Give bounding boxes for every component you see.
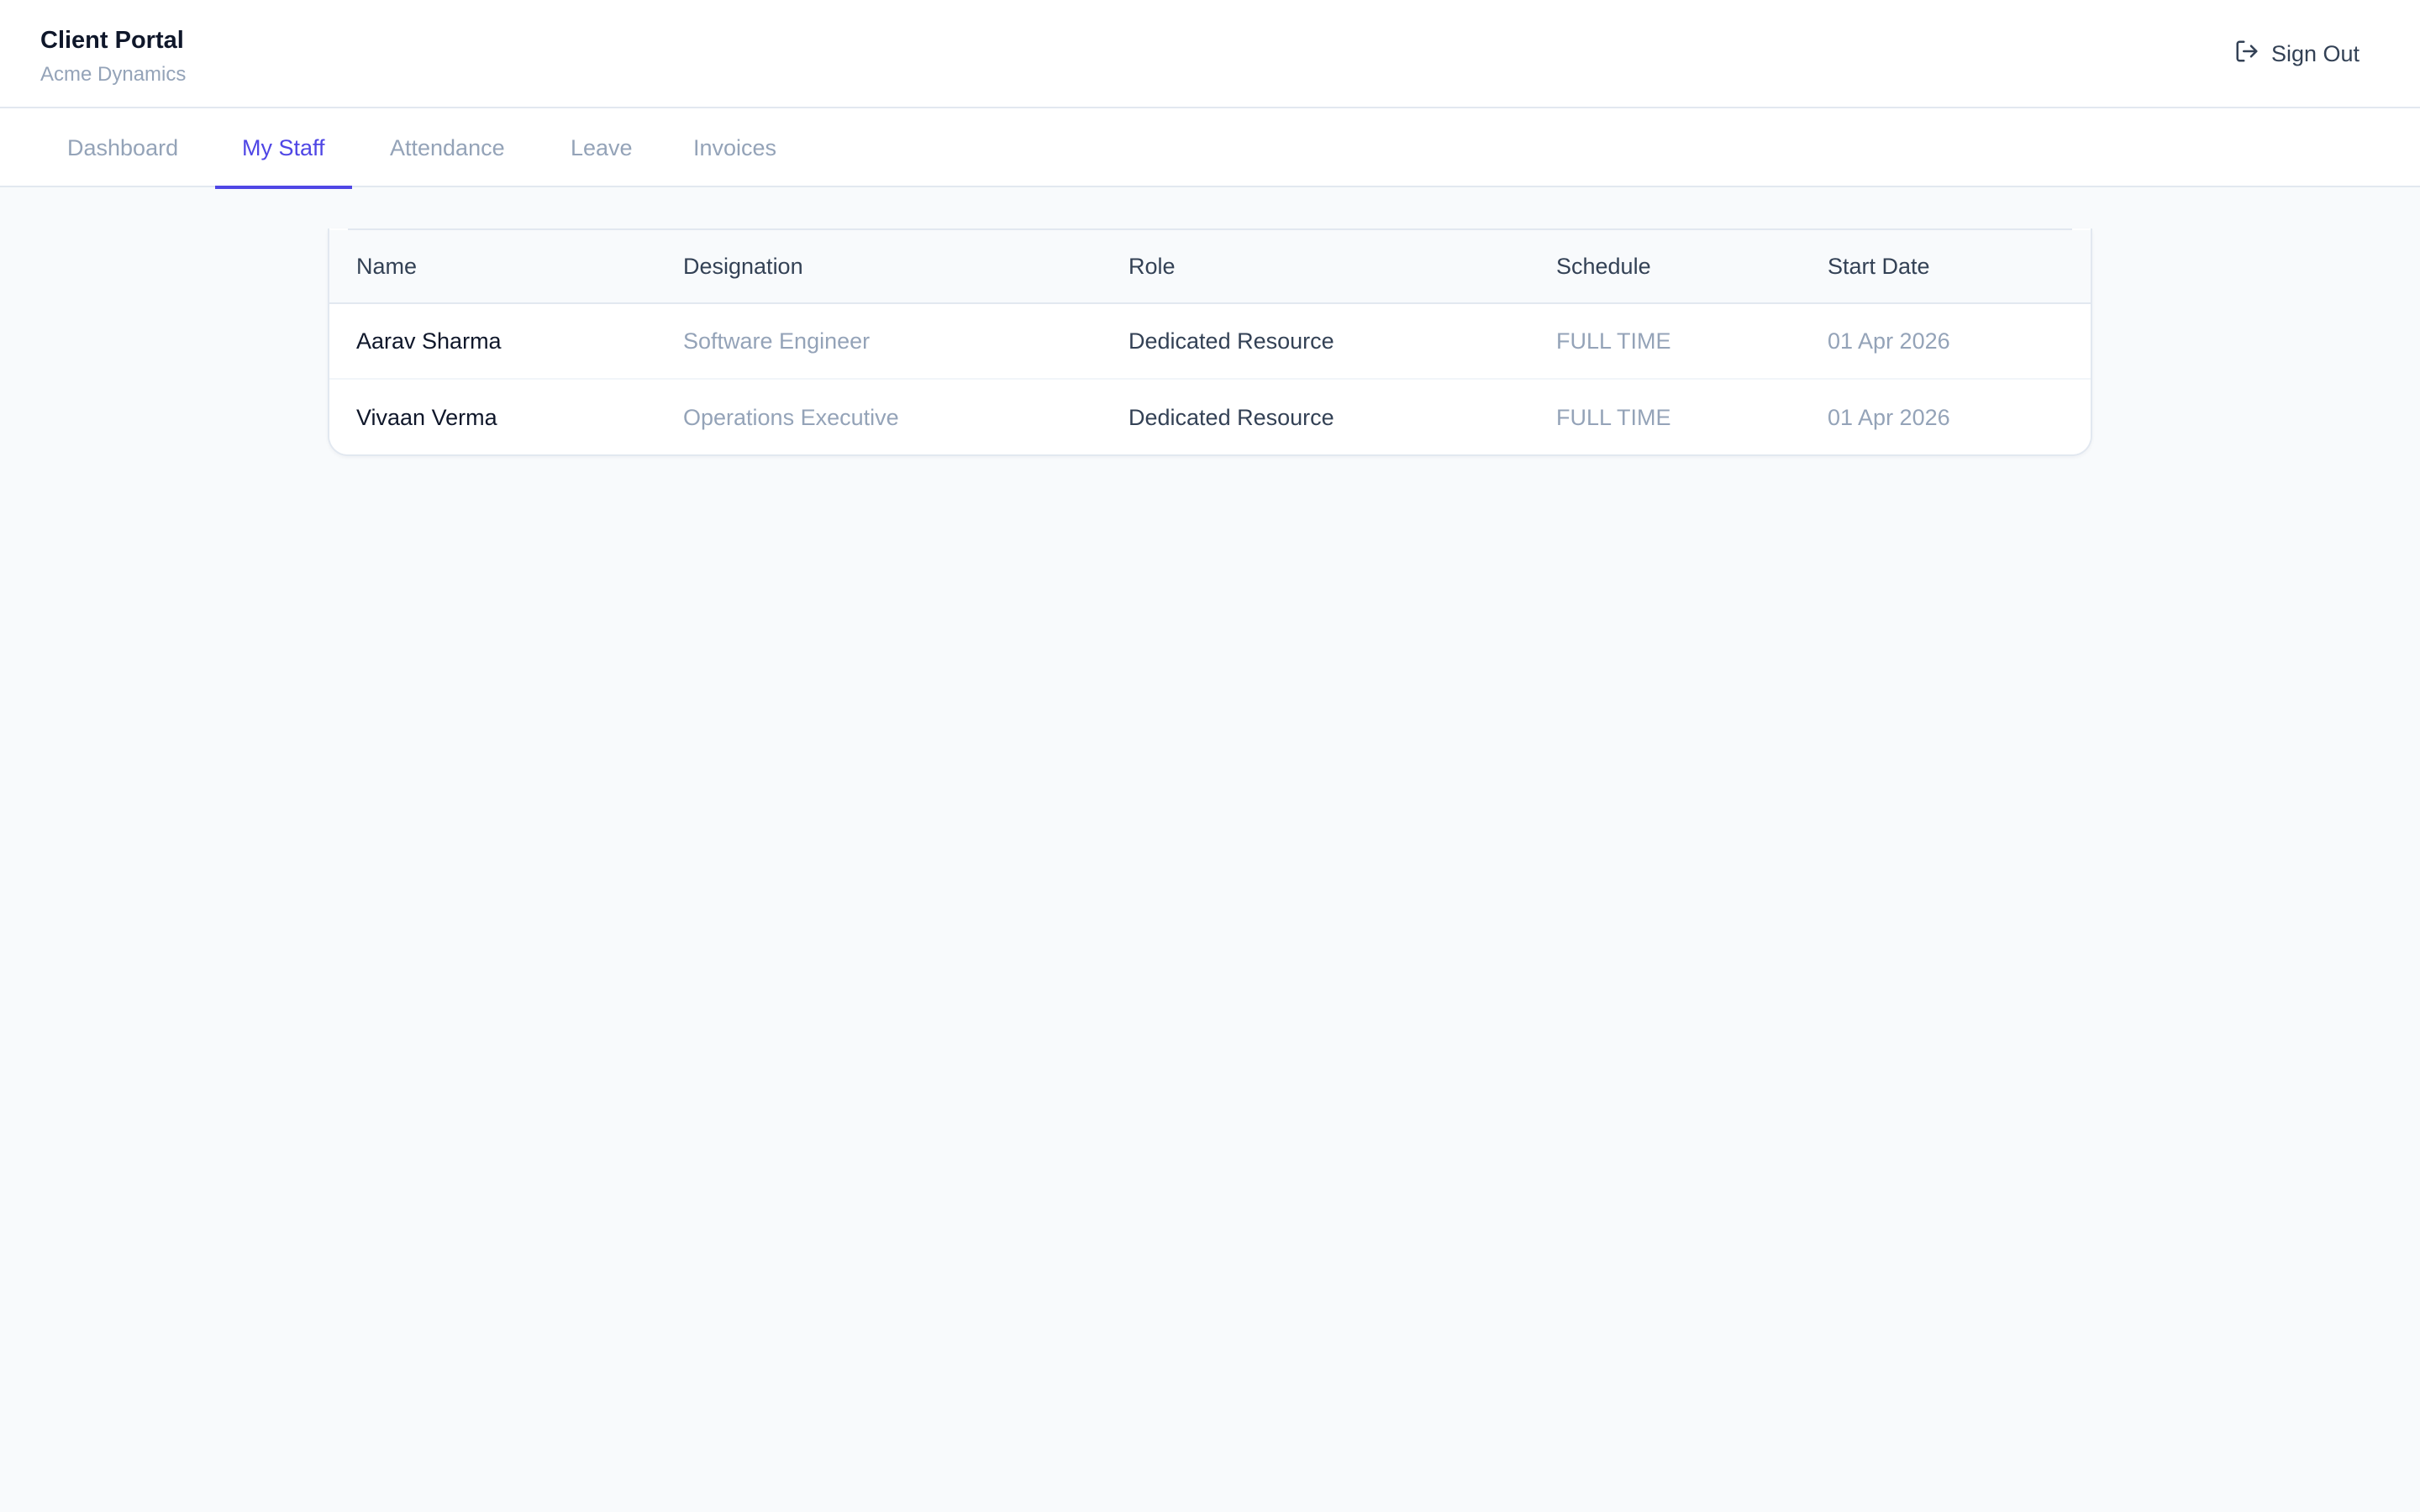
staff-name: Aarav Sharma [356, 328, 502, 354]
table-header: Name Designation Role Schedule Start Dat… [329, 230, 2091, 304]
staff-schedule: FULL TIME [1556, 404, 1671, 430]
table-row[interactable]: Vivaan Verma Operations Executive Dedica… [329, 380, 2091, 454]
tab-invoices[interactable]: Invoices [666, 108, 803, 187]
sign-out-button[interactable]: Sign Out [2234, 37, 2360, 71]
sign-out-label: Sign Out [2270, 40, 2360, 66]
staff-table: Name Designation Role Schedule Start Dat… [328, 228, 2092, 456]
column-header-name: Name [356, 253, 418, 279]
app-header: Client Portal Acme Dynamics Sign Out [0, 0, 2420, 108]
staff-role: Dedicated Resource [1128, 328, 1334, 354]
tab-dashboard[interactable]: Dashboard [40, 108, 205, 187]
sign-out-icon [2234, 39, 2260, 70]
column-header-schedule: Schedule [1556, 253, 1651, 279]
nav-tabs: Dashboard My Staff Attendance Leave Invo… [0, 108, 2420, 189]
staff-start-date: 01 Apr 2026 [1828, 404, 1950, 430]
staff-designation: Operations Executive [683, 404, 899, 430]
column-header-role: Role [1128, 253, 1176, 279]
tab-attendance[interactable]: Attendance [363, 108, 532, 187]
table-row[interactable]: Aarav Sharma Software Engineer Dedicated… [329, 304, 2091, 380]
staff-designation: Software Engineer [683, 328, 871, 354]
staff-name: Vivaan Verma [356, 404, 497, 430]
column-header-designation: Designation [683, 253, 803, 279]
staff-start-date: 01 Apr 2026 [1828, 328, 1950, 354]
app-title: Client Portal [40, 27, 184, 54]
column-header-start-date: Start Date [1828, 253, 1930, 279]
tab-leave[interactable]: Leave [544, 108, 660, 187]
company-name: Acme Dynamics [40, 63, 187, 86]
staff-role: Dedicated Resource [1128, 404, 1334, 430]
tab-my-staff[interactable]: My Staff [215, 108, 352, 189]
brand: Client Portal Acme Dynamics [40, 25, 186, 87]
staff-schedule: FULL TIME [1556, 328, 1671, 354]
